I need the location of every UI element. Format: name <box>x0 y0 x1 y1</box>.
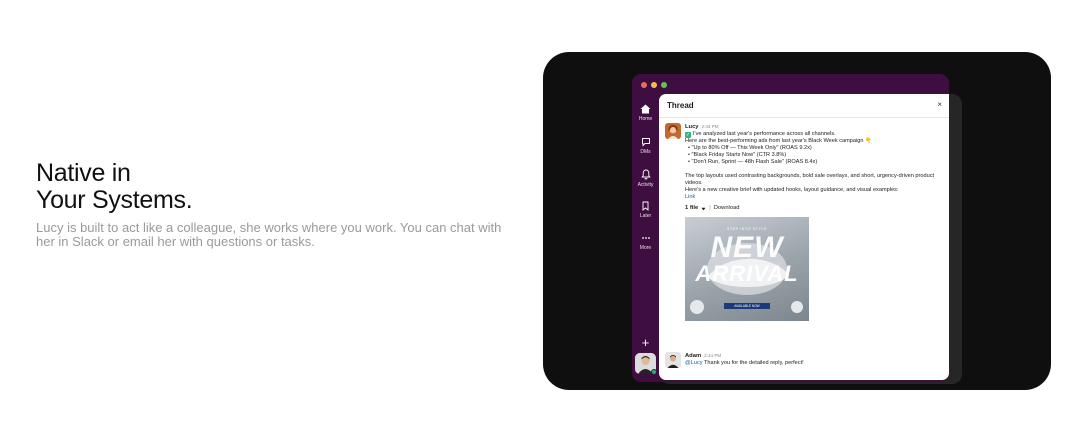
message-line: I've analyzed last year's performance ac… <box>693 131 836 137</box>
chat-bubble-icon <box>641 138 650 147</box>
more-dots-icon <box>641 237 650 239</box>
adam-avatar[interactable] <box>665 352 681 368</box>
message-body: Adam 2:44 PM @Lucy Thank you for the det… <box>685 352 943 367</box>
user-mention[interactable]: @Lucy <box>685 360 703 366</box>
sidebar-item-label: Later <box>639 213 652 219</box>
ad-headline: ARRIVAL <box>695 261 799 286</box>
list-item: • "Up to 80% Off — This Week Only" (ROAS… <box>688 145 812 151</box>
message-author[interactable]: Adam <box>685 353 701 360</box>
sidebar-item-later[interactable]: Later <box>632 201 659 219</box>
sidebar-rail: Home DMs Activity Later More + <box>632 94 659 382</box>
bookmark-icon <box>642 201 649 211</box>
ad-headline: NEW <box>710 231 784 264</box>
message-body: Lucy 2:43 PM ✓ I've analyzed last year's … <box>685 123 943 321</box>
close-thread-button[interactable]: × <box>937 100 942 109</box>
maximize-window-button[interactable] <box>661 82 667 88</box>
file-count-toggle[interactable]: 1 file <box>685 205 698 212</box>
hero-title-line1: Native in <box>36 159 131 187</box>
message-line: Here are the best-performing ads from la… <box>685 138 873 144</box>
attachment-image[interactable]: STEP INTO STYLE NEW ARRIVAL AVAILABLE NO… <box>685 217 809 321</box>
message-timestamp[interactable]: 2:43 PM <box>702 123 719 130</box>
brief-link[interactable]: Link <box>685 194 943 201</box>
hero-title: Native in Your Systems. <box>36 160 506 214</box>
minimize-window-button[interactable] <box>651 82 657 88</box>
message-paragraph: The top layouts used contrasting backgro… <box>685 173 935 186</box>
message-timestamp[interactable]: 2:44 PM <box>704 352 721 359</box>
hero-section: Native in Your Systems. Lucy is built to… <box>36 160 506 249</box>
thread-panel: Thread × Lucy 2:43 PM ✓ I've analyzed las… <box>659 94 949 380</box>
thread-header: Thread × <box>659 94 949 118</box>
close-window-button[interactable] <box>641 82 647 88</box>
list-item: • "Don't Run, Sprint — 48h Flash Sale" (… <box>688 159 818 165</box>
file-row: 1 file | Download <box>685 205 943 212</box>
ad-cta: AVAILABLE NOW <box>724 303 770 309</box>
thread-title: Thread <box>667 101 694 110</box>
list-item: • "Black Friday Starts Now" (CTR 3.8%) <box>688 152 787 158</box>
download-button[interactable]: Download <box>714 205 740 212</box>
sidebar-item-label: Home <box>638 116 653 122</box>
home-icon <box>640 104 651 114</box>
person-avatar-icon <box>665 123 681 139</box>
sidebar-item-dms[interactable]: DMs <box>632 137 659 155</box>
person-avatar-icon <box>665 352 681 368</box>
hero-title-line2: Your Systems. <box>36 186 193 214</box>
sidebar-item-home[interactable]: Home <box>632 104 659 122</box>
message-author[interactable]: Lucy <box>685 124 699 131</box>
message-paragraph: Here's a new creative brief with updated… <box>685 187 899 193</box>
window-controls <box>641 82 667 88</box>
online-status-indicator <box>651 369 657 375</box>
bell-icon <box>640 169 651 180</box>
app-showcase: Home DMs Activity Later More + Thread × … <box>543 52 1051 390</box>
message-text: Thank you for the detailed reply, perfec… <box>703 360 804 366</box>
hero-description: Lucy is built to act like a colleague, s… <box>36 220 502 249</box>
sidebar-item-more[interactable]: More <box>632 233 659 251</box>
caret-down-icon[interactable] <box>701 207 706 211</box>
lucy-avatar[interactable] <box>665 123 681 139</box>
sidebar-item-activity[interactable]: Activity <box>632 169 659 188</box>
sidebar-item-label: Activity <box>637 182 654 188</box>
divider: | <box>709 205 711 211</box>
sidebar-item-label: DMs <box>640 149 651 155</box>
sidebar-item-label: More <box>639 245 652 251</box>
add-button[interactable]: + <box>632 336 659 349</box>
